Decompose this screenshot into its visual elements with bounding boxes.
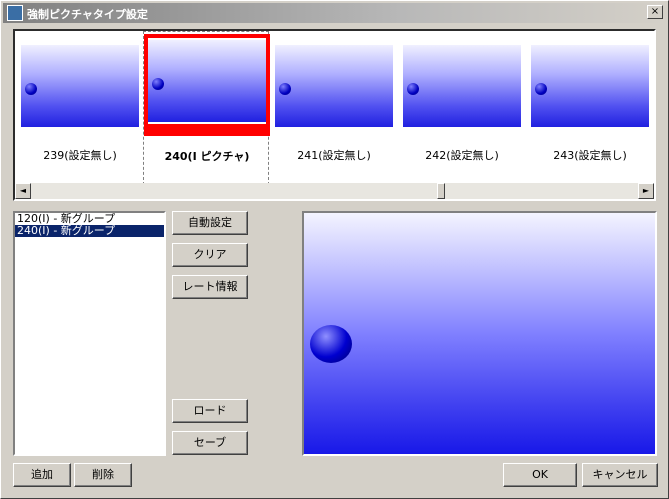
horizontal-scrollbar[interactable]: ◄ ►	[15, 183, 654, 199]
app-icon	[7, 5, 23, 21]
thumbnail-240[interactable]: 240(I ピクチャ)	[143, 31, 270, 185]
delete-button[interactable]: 削除	[74, 463, 132, 487]
ball-graphic	[152, 78, 164, 90]
load-button[interactable]: ロード	[172, 399, 248, 423]
thumbnail-241[interactable]: 241(設定無し)	[271, 31, 397, 185]
rate-info-button[interactable]: レート情報	[172, 275, 248, 299]
scroll-right-button[interactable]: ►	[638, 183, 654, 199]
cancel-button[interactable]: キャンセル	[582, 463, 658, 487]
ball-graphic	[407, 83, 419, 95]
preview-pane	[302, 211, 657, 456]
thumbnail-caption: 243(設定無し)	[553, 149, 627, 162]
thumbnail-caption: 241(設定無し)	[297, 149, 371, 162]
scroll-thumb[interactable]	[437, 183, 445, 199]
thumbnail-239[interactable]: 239(設定無し)	[17, 31, 143, 185]
title-bar[interactable]: 強制ピクチャタイプ設定 ×	[3, 3, 666, 23]
window-title: 強制ピクチャタイプ設定	[27, 8, 148, 21]
auto-set-button[interactable]: 自動設定	[172, 211, 248, 235]
close-button[interactable]: ×	[647, 5, 663, 19]
thumbnail-image	[403, 45, 521, 127]
scroll-left-button[interactable]: ◄	[15, 183, 31, 199]
dialog-window: 強制ピクチャタイプ設定 × 239(設定無し) 240(I ピクチャ) 241(…	[0, 0, 669, 499]
thumbnail-image	[531, 45, 649, 127]
thumbnail-caption: 242(設定無し)	[425, 149, 499, 162]
thumbnail-image	[21, 45, 139, 127]
thumbnail-strip: 239(設定無し) 240(I ピクチャ) 241(設定無し) 242(設定無し…	[13, 29, 656, 201]
group-listbox[interactable]: 120(I) - 新グループ 240(I) - 新グループ	[13, 211, 166, 456]
ball-graphic	[535, 83, 547, 95]
ball-graphic	[279, 83, 291, 95]
thumbnail-caption: 239(設定無し)	[43, 149, 117, 162]
thumbnail-caption: 240(I ピクチャ)	[164, 150, 250, 163]
thumbnail-image	[148, 40, 266, 122]
ball-graphic	[25, 83, 37, 95]
add-button[interactable]: 追加	[13, 463, 71, 487]
list-item-selected[interactable]: 240(I) - 新グループ	[15, 225, 164, 237]
ball-graphic	[310, 325, 352, 363]
save-button[interactable]: セーブ	[172, 431, 248, 455]
thumbnail-image	[275, 45, 393, 127]
thumbnail-243[interactable]: 243(設定無し)	[527, 31, 653, 185]
thumbnail-242[interactable]: 242(設定無し)	[399, 31, 525, 185]
clear-button[interactable]: クリア	[172, 243, 248, 267]
ok-button[interactable]: OK	[503, 463, 577, 487]
